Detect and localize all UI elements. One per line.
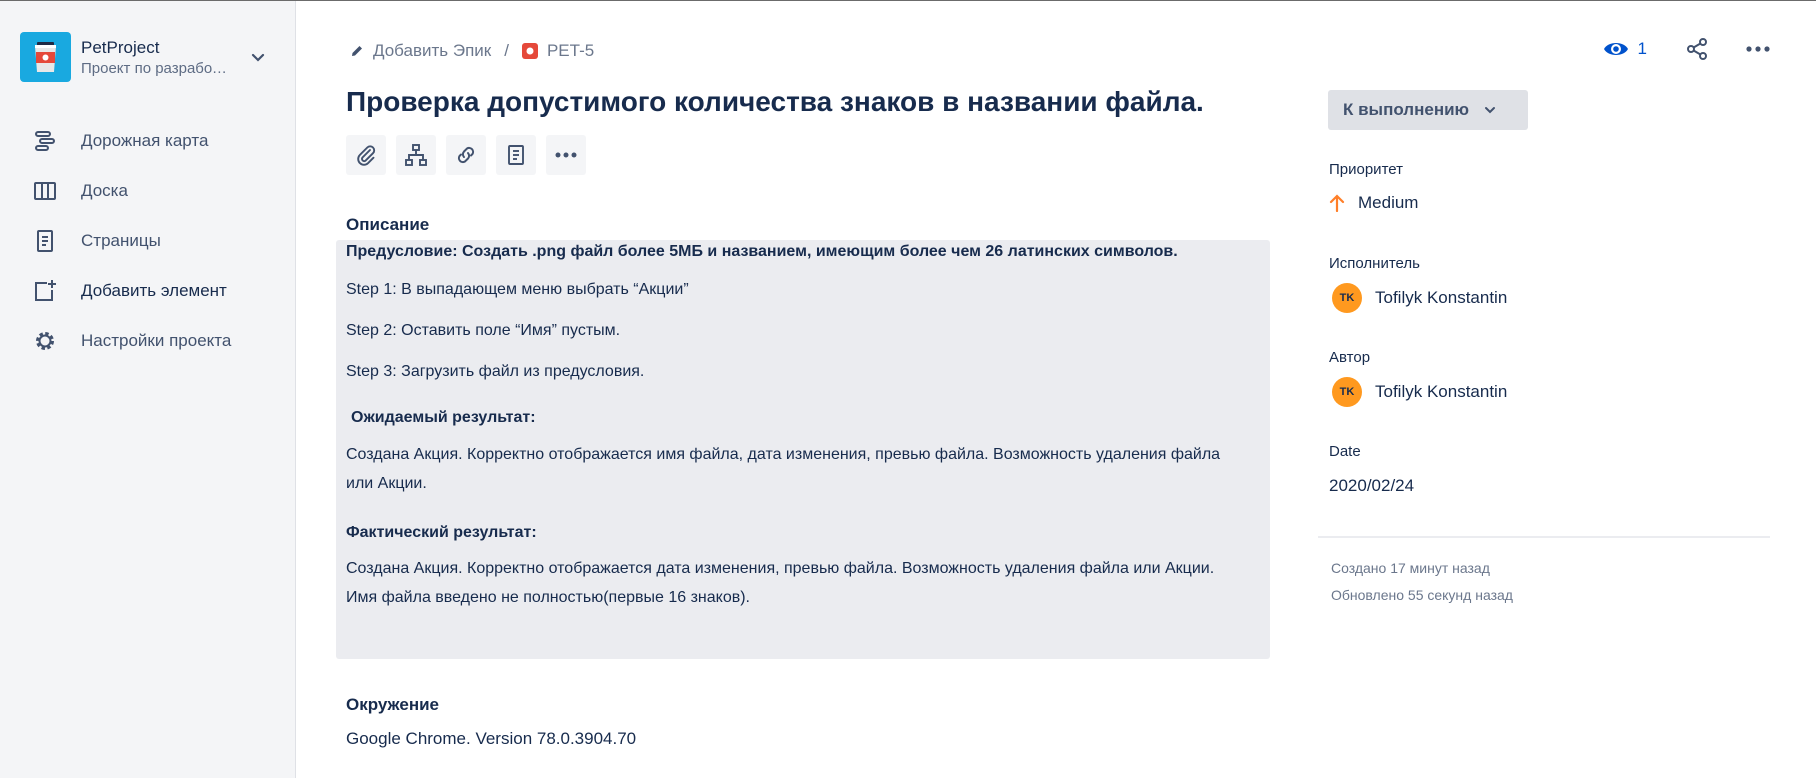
bug-type-icon xyxy=(521,43,538,59)
paperclip-icon xyxy=(355,144,377,166)
breadcrumb-add-epic[interactable]: Добавить Эпик xyxy=(350,41,491,61)
status-dropdown[interactable]: К выполнению xyxy=(1328,90,1528,130)
breadcrumb-issue[interactable]: PET-5 xyxy=(521,41,595,61)
environment-value[interactable]: Google Chrome. Version 78.0.3904.70 xyxy=(346,729,636,749)
attach-button[interactable] xyxy=(346,135,386,175)
sidebar-nav: Дорожная карта Доска Страницы Добавить э… xyxy=(0,116,296,366)
assignee-field[interactable]: TK Tofilyk Konstantin xyxy=(1329,283,1507,313)
status-label: К выполнению xyxy=(1343,100,1470,119)
sidebar-item-add-item[interactable]: Добавить элемент xyxy=(0,266,296,316)
project-logo-icon xyxy=(20,32,71,82)
actual-result-text: Создана Акция. Корректно отображается да… xyxy=(346,560,1215,606)
add-item-icon xyxy=(32,278,58,304)
hierarchy-icon xyxy=(404,143,428,167)
reporter-label: Автор xyxy=(1329,349,1371,366)
description-field[interactable]: Предусловие: Создать .png файл более 5МБ… xyxy=(336,240,1270,659)
more-icon[interactable] xyxy=(1745,45,1771,53)
assignee-name: Tofilyk Konstantin xyxy=(1375,288,1508,307)
issue-key: PET-5 xyxy=(546,41,595,60)
breadcrumb: Добавить Эпик / PET-5 xyxy=(350,41,594,61)
avatar: TK xyxy=(1332,283,1362,313)
description-precondition: Предусловие: Создать .png файл более 5МБ… xyxy=(346,243,1178,260)
issue-actions: 1 xyxy=(1603,37,1771,61)
watch-button[interactable]: 1 xyxy=(1603,39,1647,59)
roadmap-icon xyxy=(32,128,58,154)
expected-result-text: Создана Акция. Корректно отображается им… xyxy=(346,446,1221,492)
sidebar-item-board[interactable]: Доска xyxy=(0,166,296,216)
date-value[interactable]: 2020/02/24 xyxy=(1329,476,1414,496)
date-label: Date xyxy=(1329,443,1361,460)
created-timestamp: Создано 17 минут назад xyxy=(1331,560,1490,576)
issue-title[interactable]: Проверка допустимого количества знаков в… xyxy=(346,86,1204,118)
reporter-name: Tofilyk Konstantin xyxy=(1375,382,1508,401)
link-icon xyxy=(454,143,478,167)
chevron-down-icon xyxy=(1483,103,1497,117)
divider xyxy=(1318,536,1770,538)
sidebar-item-pages[interactable]: Страницы xyxy=(0,216,296,266)
more-icon xyxy=(554,151,578,159)
sidebar-item-label: Дорожная карта xyxy=(81,131,209,150)
description-step-2: Step 2: Оставить поле “Имя” пустым. xyxy=(346,322,621,339)
sidebar-item-label: Добавить элемент xyxy=(81,281,227,300)
updated-timestamp: Обновлено 55 секунд назад xyxy=(1331,587,1513,603)
board-icon xyxy=(32,178,58,204)
project-switcher[interactable]: PetProject Проект по разработке ПО xyxy=(20,32,280,82)
breadcrumb-epic-label: Добавить Эпик xyxy=(373,41,492,60)
arrow-up-icon xyxy=(1329,194,1345,212)
share-icon[interactable] xyxy=(1685,37,1709,61)
actual-result-heading: Фактический результат: xyxy=(346,524,537,541)
child-issue-button[interactable] xyxy=(396,135,436,175)
environment-heading: Окружение xyxy=(346,695,440,714)
watchers-count: 1 xyxy=(1637,39,1647,58)
breadcrumb-separator: / xyxy=(504,41,509,60)
link-issue-button[interactable] xyxy=(446,135,486,175)
avatar: TK xyxy=(1332,377,1362,407)
reporter-field[interactable]: TK Tofilyk Konstantin xyxy=(1329,377,1507,407)
project-type: Проект по разработке ПО xyxy=(81,60,233,77)
assignee-label: Исполнитель xyxy=(1329,255,1420,272)
description-step-3: Step 3: Загрузить файл из предусловия. xyxy=(346,363,645,380)
sidebar: PetProject Проект по разработке ПО Дорож… xyxy=(0,1,296,778)
sidebar-item-roadmap[interactable]: Дорожная карта xyxy=(0,116,296,166)
description-step-1: Step 1: В выпадающем меню выбрать “Акции… xyxy=(346,281,689,298)
eye-icon xyxy=(1603,39,1629,59)
sidebar-item-label: Страницы xyxy=(81,231,161,250)
priority-value: Medium xyxy=(1358,193,1419,212)
issue-toolbar xyxy=(346,135,596,175)
pencil-icon xyxy=(350,44,364,58)
priority-label: Приоритет xyxy=(1329,161,1403,178)
priority-field[interactable]: Medium xyxy=(1329,193,1418,213)
description-heading: Описание xyxy=(346,215,430,234)
chevron-down-icon[interactable] xyxy=(247,46,269,68)
add-page-button[interactable] xyxy=(496,135,536,175)
sidebar-item-label: Доска xyxy=(81,181,128,200)
expected-result-heading: Ожидаемый результат: xyxy=(351,409,536,426)
pages-icon xyxy=(32,228,58,254)
sidebar-item-settings[interactable]: Настройки проекта xyxy=(0,316,296,366)
more-actions-button[interactable] xyxy=(546,135,586,175)
page-icon xyxy=(505,144,527,166)
sidebar-item-label: Настройки проекта xyxy=(81,331,232,350)
project-name: PetProject xyxy=(81,38,160,57)
gear-icon xyxy=(32,328,58,354)
